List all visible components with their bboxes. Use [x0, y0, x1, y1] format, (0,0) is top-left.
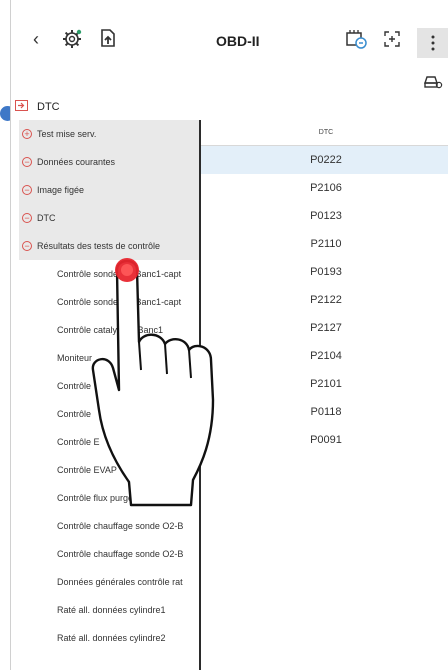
tree-item-label: Résultats des tests de contrôle [37, 241, 161, 251]
table-row[interactable]: P2110 [201, 230, 448, 258]
diagnostic-tree: + Test mise serv. − Données courantes − … [19, 120, 199, 670]
dtc-section-label: DTC [37, 101, 60, 113]
settings-gear-icon[interactable] [61, 28, 83, 50]
tree-child-item[interactable]: Moniteur [19, 344, 199, 372]
dtc-section-header[interactable]: DTC [11, 96, 448, 118]
scan-icon[interactable] [383, 30, 401, 48]
tree-child-item[interactable]: Données générales contrôle rat [19, 568, 199, 596]
chevron-left-icon[interactable]: ‹ [27, 29, 45, 49]
table-row[interactable]: P0193 [201, 258, 448, 286]
more-menu-button[interactable] [417, 28, 448, 58]
table-row[interactable]: P2101 [201, 370, 448, 398]
table-row[interactable]: P0123 [201, 202, 448, 230]
tree-child-item[interactable]: Contrôle sonde O2-Banc1-capt [19, 288, 199, 316]
tree-item-donnees-courantes[interactable]: − Données courantes [19, 148, 199, 176]
tree-child-item[interactable]: Contrôle sonde O2-Banc1-capt [19, 260, 199, 288]
tree-item-label: Données courantes [37, 157, 116, 167]
table-row[interactable]: P0222 [201, 146, 448, 174]
tree-child-item[interactable]: Contrôle chauffage sonde O2-B [19, 540, 199, 568]
page-title: OBD-II [216, 33, 260, 49]
table-header-dtc: DTC [201, 120, 448, 146]
collapse-icon[interactable]: − [22, 213, 32, 223]
tree-item-test-mise-serv[interactable]: + Test mise serv. [19, 120, 199, 148]
tree-item-dtc[interactable]: − DTC [19, 204, 199, 232]
table-row[interactable]: P2106 [201, 174, 448, 202]
tree-child-item[interactable]: Contrôle chauffage sonde O2-B [19, 512, 199, 540]
tree-child-item[interactable]: Contrôle [19, 372, 199, 400]
table-row[interactable]: P0091 [201, 426, 448, 454]
tree-item-label: Image figée [37, 185, 85, 195]
tree-child-item[interactable]: Contrôle EVAP [19, 456, 199, 484]
tree-child-item[interactable]: Raté all. données cylindre2 [19, 624, 199, 652]
tree-child-item[interactable]: Contrôle flux purge [19, 484, 199, 512]
car-key-icon[interactable] [423, 72, 443, 90]
dtc-collapse-icon[interactable] [15, 98, 28, 116]
tree-child-item[interactable]: Contrôle [19, 400, 199, 428]
tree-item-resultats-tests[interactable]: − Résultats des tests de contrôle [19, 232, 199, 260]
table-row[interactable]: P0118 [201, 398, 448, 426]
tree-child-item[interactable]: Raté all. données cylindre1 [19, 596, 199, 624]
tree-item-label: Test mise serv. [37, 129, 97, 139]
top-bar: ‹ OBD-II [11, 0, 448, 89]
collapse-icon[interactable]: − [22, 157, 32, 167]
table-row[interactable]: P2127 [201, 314, 448, 342]
tree-child-item[interactable]: Contrôle catalyseur-Banc1 [19, 316, 199, 344]
tree-item-label: DTC [37, 213, 56, 223]
ecu-diagnostic-icon[interactable] [344, 27, 368, 51]
expand-icon[interactable]: + [22, 129, 32, 139]
table-row[interactable]: P2122 [201, 286, 448, 314]
table-row[interactable]: P2104 [201, 342, 448, 370]
file-upload-icon[interactable] [97, 27, 119, 49]
dtc-table: DTC P0222 P2106 P0123 P2110 P0193 P2122 … [199, 120, 448, 670]
collapse-icon[interactable]: − [22, 185, 32, 195]
more-vertical-icon [428, 34, 438, 52]
collapse-icon[interactable]: − [22, 241, 32, 251]
tree-child-item[interactable]: Contrôle E [19, 428, 199, 456]
tree-item-image-figee[interactable]: − Image figée [19, 176, 199, 204]
app-frame: ‹ OBD-II DTC + Test mise serv. − Données… [10, 0, 448, 670]
